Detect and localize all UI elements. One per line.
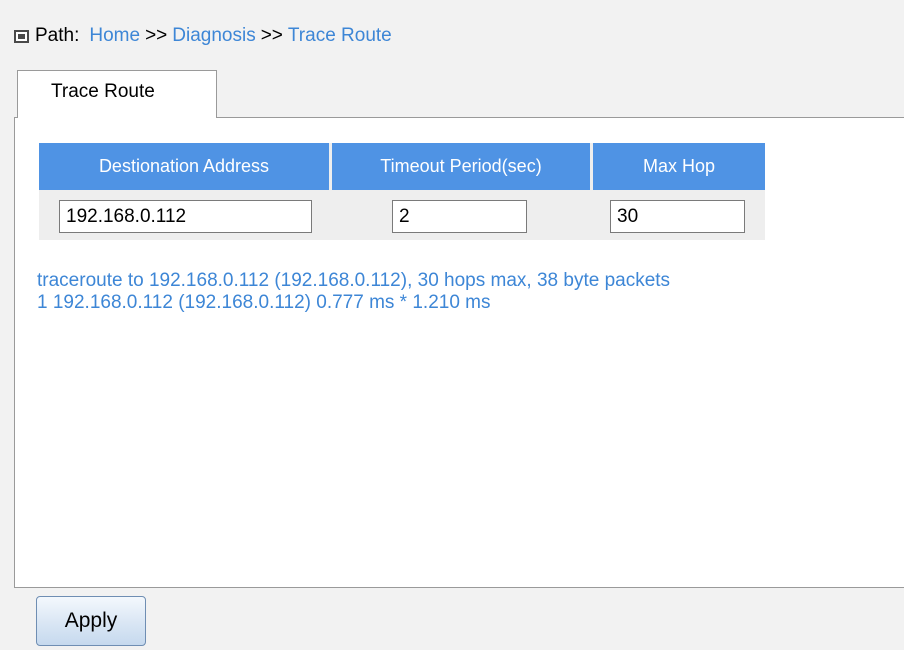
breadcrumb-home-link[interactable]: Home bbox=[89, 25, 140, 47]
output-line: traceroute to 192.168.0.112 (192.168.0.1… bbox=[37, 270, 671, 291]
trace-route-form: Destionation Address Timeout Period(sec)… bbox=[39, 143, 765, 240]
traceroute-output: traceroute to 192.168.0.112 (192.168.0.1… bbox=[37, 270, 670, 314]
max-hop-input[interactable] bbox=[610, 200, 745, 233]
breadcrumb-label: Path: bbox=[35, 25, 80, 46]
tab-trace-route[interactable]: Trace Route bbox=[17, 70, 217, 118]
destination-address-header: Destionation Address bbox=[39, 143, 329, 190]
path-square-icon bbox=[14, 29, 29, 43]
output-line: 1 192.168.0.112 (192.168.0.112) 0.777 ms… bbox=[37, 292, 491, 313]
breadcrumb-separator: >> bbox=[145, 25, 168, 46]
breadcrumb: Path: Home >> Diagnosis >> Trace Route bbox=[14, 25, 392, 47]
timeout-period-header: Timeout Period(sec) bbox=[332, 143, 590, 190]
trace-route-page: Path: Home >> Diagnosis >> Trace Route T… bbox=[0, 0, 904, 650]
breadcrumb-trace-route-link[interactable]: Trace Route bbox=[288, 25, 392, 47]
timeout-period-input[interactable] bbox=[392, 200, 527, 233]
destination-address-input[interactable] bbox=[59, 200, 312, 233]
max-hop-header: Max Hop bbox=[593, 143, 765, 190]
apply-button[interactable]: Apply bbox=[36, 596, 146, 646]
breadcrumb-separator: >> bbox=[260, 25, 283, 46]
breadcrumb-diagnosis-link[interactable]: Diagnosis bbox=[172, 25, 255, 47]
